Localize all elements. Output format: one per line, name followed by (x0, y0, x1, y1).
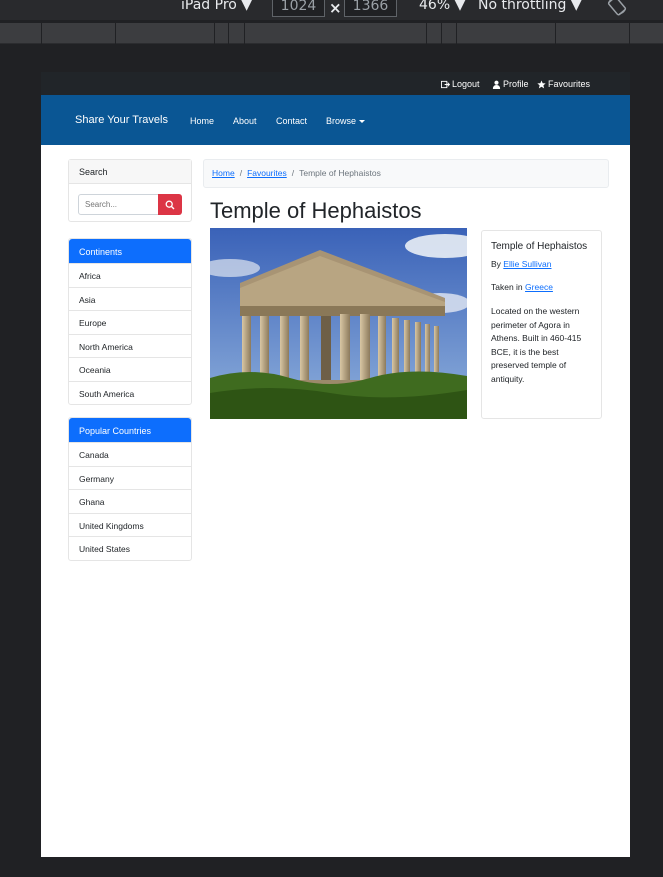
favourites-link[interactable]: Favourites (537, 79, 590, 89)
country-item[interactable]: United States (69, 536, 191, 560)
breadcrumb-separator: / (291, 168, 295, 178)
nav-browse-label: Browse (326, 116, 357, 126)
logout-link[interactable]: Logout (441, 79, 480, 89)
user-topbar: Logout Profile Favourites (41, 72, 630, 95)
country-item[interactable]: Ghana (69, 489, 191, 513)
photo-description: Located on the western perimeter of Agor… (491, 306, 582, 384)
temple-photo (210, 228, 467, 419)
country-item[interactable]: Canada (69, 442, 191, 466)
devtools-device-toolbar: iPad Pro ▼ 1024 × 1366 46% ▼ No throttli… (0, 0, 663, 20)
continent-item[interactable]: Africa (69, 263, 191, 287)
favourites-label: Favourites (548, 79, 591, 89)
profile-label: Profile (503, 79, 529, 89)
photo-author-line: By Ellie Sullivan (491, 259, 592, 269)
breadcrumb: Home / Favourites / Temple of Hephaistos (203, 159, 609, 188)
viewport-height-input[interactable]: 1366 (344, 0, 397, 17)
continent-item[interactable]: South America (69, 380, 191, 405)
continent-item[interactable]: Europe (69, 310, 191, 334)
media-query-ruler[interactable] (0, 23, 663, 44)
rotate-icon[interactable] (606, 0, 628, 17)
photo-country-line: Taken in Greece (491, 282, 592, 292)
nav-browse-dropdown[interactable]: Browse (326, 116, 366, 126)
logout-icon (441, 80, 450, 88)
breadcrumb-favourites[interactable]: Favourites (247, 168, 287, 179)
zoom-select[interactable]: 46% ▼ (419, 0, 465, 13)
country-link[interactable]: Greece (525, 282, 553, 292)
caret-down-icon (359, 120, 366, 124)
nav-home[interactable]: Home (190, 116, 214, 126)
by-label: By (491, 259, 501, 269)
throttling-select[interactable]: No throttling ▼ (478, 0, 582, 13)
viewport-width-input[interactable]: 1024 (272, 0, 325, 17)
page-title: Temple of Hephaistos (210, 198, 422, 223)
nav-contact[interactable]: Contact (276, 116, 307, 126)
profile-link[interactable]: Profile (492, 79, 529, 89)
search-input[interactable] (78, 194, 159, 215)
taken-in-label: Taken in (491, 282, 523, 292)
search-card-title: Search (69, 160, 191, 184)
search-icon (165, 200, 175, 209)
nav-about[interactable]: About (233, 116, 257, 126)
device-select[interactable]: iPad Pro ▼ (181, 0, 252, 13)
emulated-viewport: Logout Profile Favourites Share Your Tra… (41, 72, 630, 857)
countries-card: Popular Countries Canada Germany Ghana U… (68, 417, 192, 561)
star-icon (537, 79, 546, 88)
country-item[interactable]: Germany (69, 465, 191, 490)
countries-title: Popular Countries (69, 418, 191, 442)
continent-item[interactable]: North America (69, 333, 191, 358)
photo-card-title: Temple of Hephaistos (491, 241, 588, 252)
search-card: Search (68, 159, 192, 222)
continents-card: Continents Africa Asia Europe North Amer… (68, 238, 192, 405)
search-button[interactable] (158, 194, 182, 215)
user-icon (492, 80, 501, 89)
author-link[interactable]: Ellie Sullivan (503, 259, 551, 269)
brand-link[interactable]: Share Your Travels (75, 114, 168, 126)
photo-details-card: Temple of Hephaistos By Ellie Sullivan T… (481, 230, 602, 419)
country-item[interactable]: United Kingdoms (69, 512, 191, 537)
breadcrumb-home[interactable]: Home (212, 168, 235, 179)
main-navbar: Share Your Travels Home About Contact Br… (41, 95, 630, 145)
breadcrumb-current: Temple of Hephaistos (299, 168, 381, 178)
dimension-separator: × (329, 0, 342, 17)
continent-item[interactable]: Asia (69, 286, 191, 311)
logout-label: Logout (452, 79, 480, 89)
continent-item[interactable]: Oceania (69, 357, 191, 381)
breadcrumb-separator: / (239, 168, 243, 178)
continents-title: Continents (69, 239, 191, 263)
